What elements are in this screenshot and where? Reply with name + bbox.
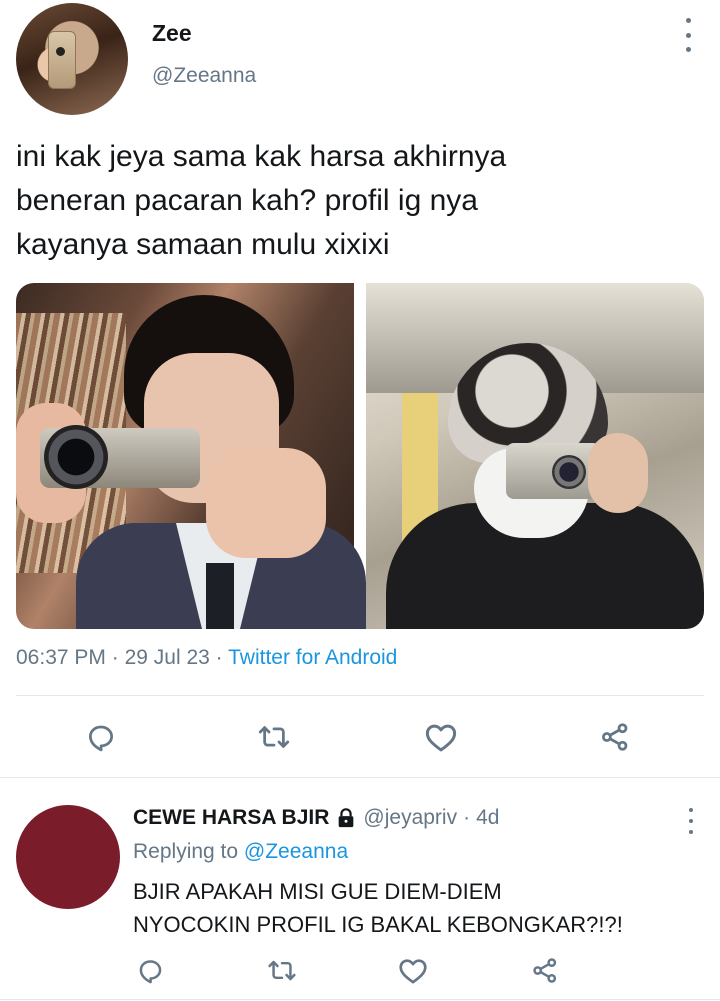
- tweet-text: ini kak jeya sama kak harsa akhirnya ben…: [16, 140, 507, 261]
- reply-text: BJIR APAKAH MISI GUE DIEM-DIEM NYOCOKIN …: [133, 879, 623, 937]
- reply-display-name[interactable]: CEWE HARSA BJIR: [133, 806, 329, 830]
- bottom-divider: [0, 999, 720, 1000]
- tweet-media[interactable]: [16, 283, 704, 629]
- reply-header: CEWE HARSA BJIR @jeyapriv · 4d: [133, 806, 499, 830]
- replying-prefix: Replying to: [133, 840, 239, 863]
- tweet-source-link[interactable]: Twitter for Android: [228, 646, 397, 669]
- speech-bubble-icon: [139, 959, 161, 983]
- replying-to-handle[interactable]: @Zeeanna: [244, 840, 348, 863]
- more-options-icon[interactable]: [676, 18, 700, 52]
- reply-share-button[interactable]: [524, 952, 566, 988]
- meta-separator: ·: [111, 646, 119, 669]
- media-photo-1[interactable]: [16, 283, 366, 629]
- photo2-camera-lens: [552, 455, 586, 489]
- share-button[interactable]: [592, 716, 638, 758]
- retweet-button[interactable]: [249, 716, 299, 758]
- reply-author-avatar[interactable]: [16, 805, 120, 909]
- meta-separator-2: ·: [215, 646, 223, 669]
- speech-bubble-icon: [89, 725, 113, 752]
- section-divider: [0, 777, 720, 778]
- avatar-phone-shape: [48, 31, 76, 89]
- tweet-meta: 06:37 PM · 29 Jul 23 · Twitter for Andro…: [16, 646, 397, 670]
- like-button[interactable]: [417, 716, 465, 758]
- reply-separator: ·: [463, 806, 471, 829]
- media-photo-2[interactable]: [366, 283, 704, 629]
- lock-icon: [339, 808, 354, 828]
- avatar-phone-lens: [56, 47, 65, 56]
- photo2-hand: [588, 433, 648, 513]
- tweet-time: 06:37 PM: [16, 646, 106, 669]
- author-avatar[interactable]: [16, 3, 128, 115]
- retweet-arrows-icon: [258, 726, 290, 748]
- retweet-arrows-icon: [268, 960, 296, 980]
- share-nodes-icon: [602, 723, 628, 751]
- author-handle[interactable]: @Zeeanna: [152, 64, 256, 88]
- photo1-hand-right: [206, 448, 326, 558]
- tweet-date: 29 Jul 23: [124, 646, 210, 669]
- share-nodes-icon: [533, 957, 557, 983]
- reply-button[interactable]: [78, 716, 124, 758]
- reply-like-button[interactable]: [392, 952, 434, 988]
- heart-icon: [425, 724, 457, 752]
- reply-retweet-button[interactable]: [260, 952, 304, 988]
- photo1-tie: [206, 563, 234, 629]
- divider: [16, 695, 704, 696]
- author-display-name[interactable]: Zee: [152, 20, 192, 47]
- reply-handle[interactable]: @jeyapriv: [363, 806, 457, 830]
- heart-icon: [399, 958, 427, 984]
- reply-time[interactable]: 4d: [476, 806, 499, 830]
- replying-to-line: Replying to @Zeeanna: [133, 840, 348, 864]
- reply-more-options-icon[interactable]: [684, 808, 698, 834]
- photo1-camcorder-lens: [44, 425, 108, 489]
- reply-reply-button[interactable]: [130, 952, 170, 988]
